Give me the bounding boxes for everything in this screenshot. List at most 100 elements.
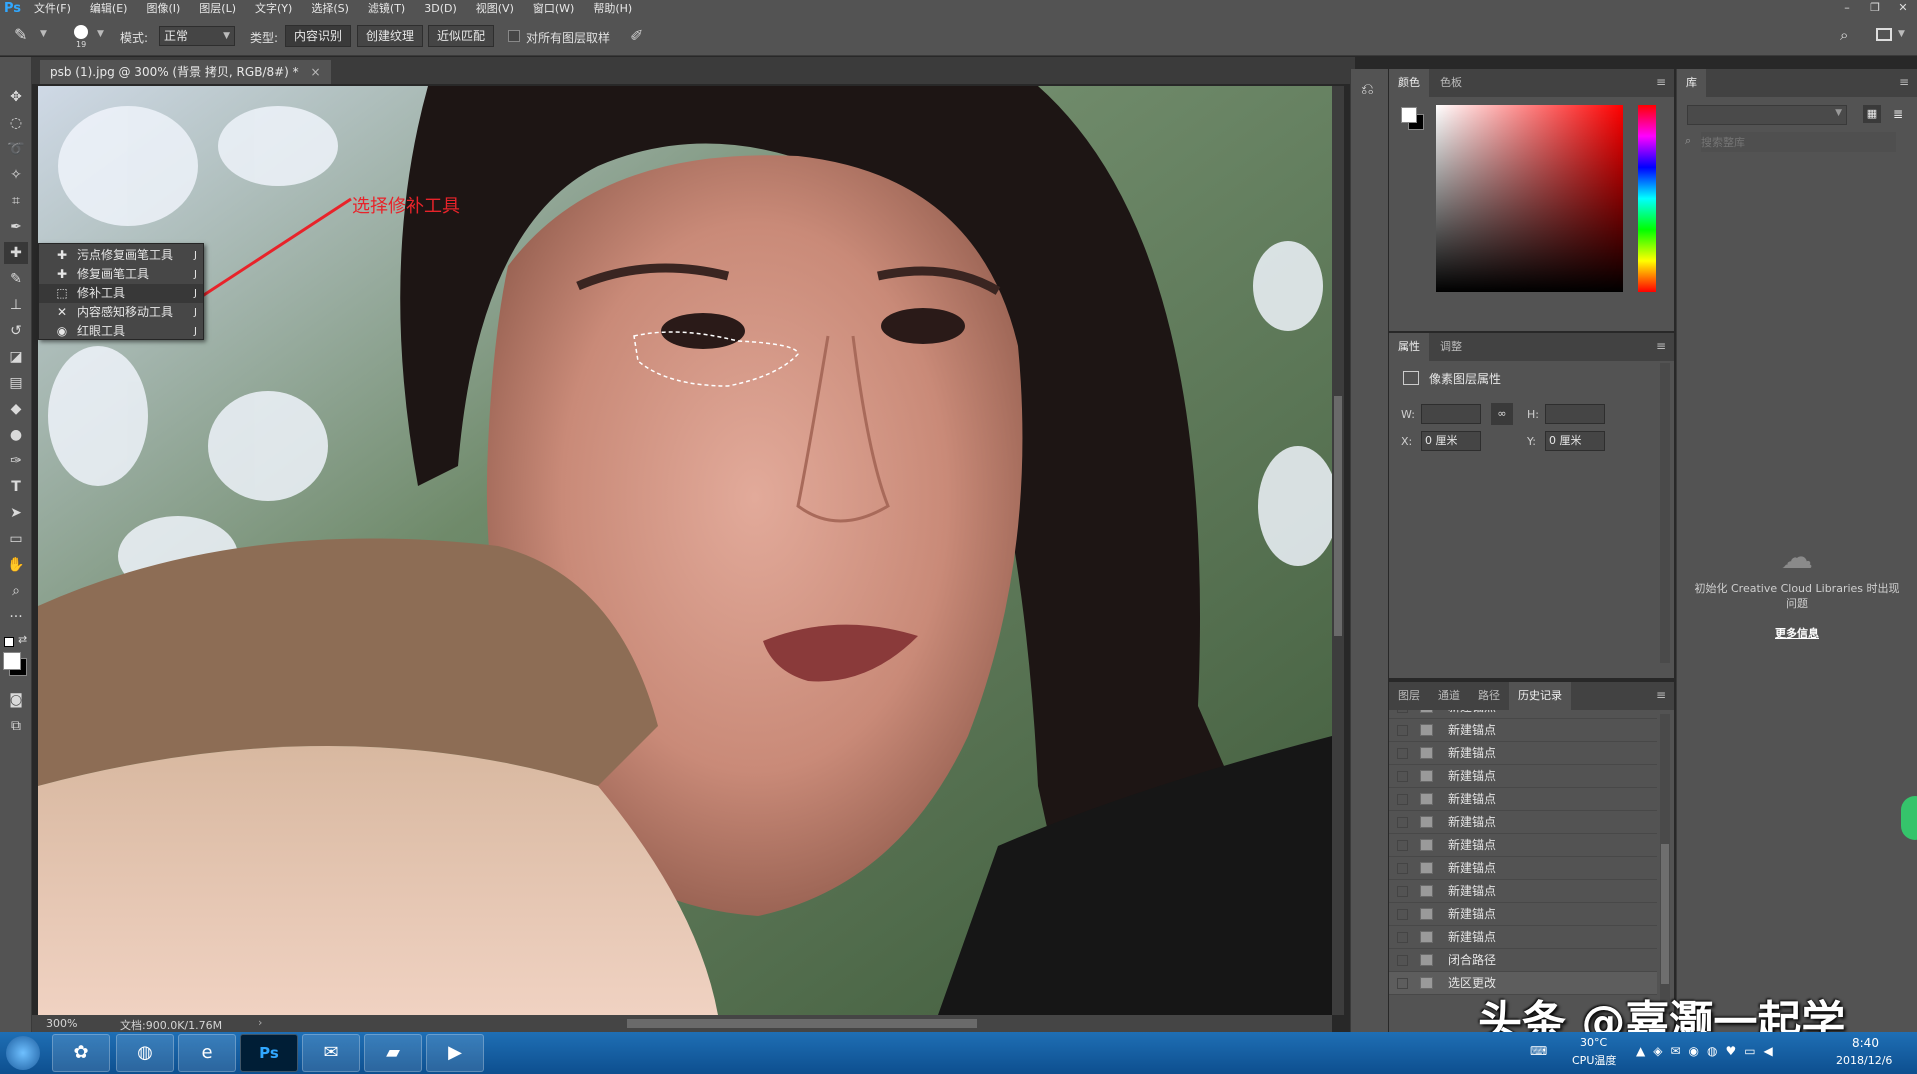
grid-view-icon[interactable]: ▦ (1863, 105, 1881, 123)
blur-tool-icon[interactable]: ◆ (4, 398, 28, 420)
default-colors-icon[interactable] (4, 637, 14, 647)
pressure-icon[interactable]: ✐ (630, 26, 643, 45)
healing-tool-icon[interactable]: ✚ (4, 242, 28, 264)
taskbar-app-edge-icon[interactable]: ◍ (116, 1034, 174, 1072)
brush-tool-icon[interactable]: ✎ (4, 268, 28, 290)
stamp-tool-icon[interactable]: ⊥ (4, 294, 28, 316)
content-aware-button[interactable]: 内容识别 (285, 25, 352, 47)
sample-all-layers-checkbox[interactable] (508, 30, 520, 42)
start-button[interactable] (6, 1036, 40, 1070)
history-item[interactable]: 新建锚点 (1389, 742, 1657, 765)
chevron-down-icon[interactable]: ▼ (97, 29, 104, 39)
more-tools-icon[interactable]: ··· (4, 606, 28, 628)
tab-libraries[interactable]: 库 (1677, 69, 1706, 97)
move-tool-icon[interactable]: ✥ (4, 86, 28, 108)
mode-select[interactable]: 正常 ▼ (159, 26, 235, 46)
horizontal-scroll-thumb[interactable] (627, 1019, 977, 1028)
tab-channels[interactable]: 通道 (1429, 682, 1469, 710)
clock-date[interactable]: 2018/12/6 (1836, 1054, 1892, 1067)
menu-help[interactable]: 帮助(H) (593, 0, 632, 16)
gradient-tool-icon[interactable]: ▤ (4, 372, 28, 394)
library-search-input[interactable] (1701, 132, 1896, 152)
rectangle-tool-icon[interactable]: ▭ (4, 528, 28, 550)
y-field[interactable]: 0 厘米 (1545, 431, 1605, 451)
panel-menu-icon[interactable]: ≡ (1656, 75, 1666, 89)
flyout-item-patch[interactable]: ⬚ 修补工具 J (39, 284, 203, 303)
flyout-item-spot-healing[interactable]: ✚ 污点修复画笔工具 J (39, 246, 203, 265)
chevron-right-icon[interactable]: › (258, 1016, 262, 1029)
taskbar-app-browser-icon[interactable]: ✿ (52, 1034, 110, 1072)
tab-adjustments[interactable]: 调整 (1431, 333, 1471, 361)
system-tray-icons[interactable]: ▲◈✉◉◍♥▭◀ (1636, 1044, 1781, 1058)
menu-layer[interactable]: 图层(L) (199, 0, 236, 16)
menu-window[interactable]: 窗口(W) (533, 0, 574, 16)
path-selection-tool-icon[interactable]: ➤ (4, 502, 28, 524)
history-item[interactable]: 新建锚点 (1389, 834, 1657, 857)
proximity-match-button[interactable]: 近似匹配 (428, 25, 495, 47)
history-panel-icon[interactable]: ⎌ (1361, 79, 1374, 99)
floating-badge[interactable] (1901, 796, 1917, 840)
panel-menu-icon[interactable]: ≡ (1899, 75, 1909, 89)
restore-button[interactable]: ❐ (1861, 0, 1889, 16)
history-item[interactable]: 新建锚点 (1389, 811, 1657, 834)
chevron-down-icon[interactable]: ▼ (40, 29, 47, 39)
search-icon[interactable]: ⌕ (1840, 26, 1848, 44)
menu-3d[interactable]: 3D(D) (424, 2, 457, 15)
pen-tool-icon[interactable]: ✑ (4, 450, 28, 472)
flyout-item-content-aware-move[interactable]: ✕ 内容感知移动工具 J (39, 303, 203, 322)
eraser-tool-icon[interactable]: ◪ (4, 346, 28, 368)
chevron-down-icon[interactable]: ▼ (1898, 29, 1905, 39)
type-tool-icon[interactable]: T (4, 476, 28, 498)
create-texture-button[interactable]: 创建纹理 (357, 25, 424, 47)
dodge-tool-icon[interactable]: ● (4, 424, 28, 446)
taskbar-app-player-icon[interactable]: ▶ (426, 1034, 484, 1072)
height-field[interactable] (1545, 404, 1605, 424)
menu-edit[interactable]: 编辑(E) (90, 0, 128, 16)
history-item[interactable]: 闭合路径 (1389, 949, 1657, 972)
brush-preview-icon[interactable] (74, 25, 88, 39)
tab-layers[interactable]: 图层 (1389, 682, 1429, 710)
menu-type[interactable]: 文字(Y) (255, 0, 292, 16)
menu-view[interactable]: 视图(V) (476, 0, 514, 16)
link-icon[interactable]: ∞ (1491, 403, 1513, 425)
flyout-item-healing-brush[interactable]: ✚ 修复画笔工具 J (39, 265, 203, 284)
tab-properties[interactable]: 属性 (1389, 333, 1429, 361)
hand-tool-icon[interactable]: ✋ (4, 554, 28, 576)
document-tab[interactable]: psb (1).jpg @ 300% (背景 拷贝, RGB/8#) * × (40, 60, 331, 84)
quick-mask-icon[interactable]: ◙ (4, 689, 28, 711)
clock-time[interactable]: 8:40 (1852, 1036, 1879, 1050)
patch-tool-preset-icon[interactable]: ✎ (14, 25, 36, 47)
menu-image[interactable]: 图像(I) (146, 0, 180, 16)
history-scrollbar[interactable] (1660, 714, 1670, 1014)
lasso-tool-icon[interactable]: ➰ (4, 138, 28, 160)
document-canvas[interactable] (38, 86, 1332, 1015)
properties-scrollbar[interactable] (1660, 363, 1670, 663)
foreground-color-swatch[interactable] (3, 652, 21, 670)
history-item[interactable]: 新建锚点 (1389, 788, 1657, 811)
swap-colors-icon[interactable]: ⇄ (18, 633, 27, 646)
scroll-thumb[interactable] (1661, 844, 1669, 984)
tab-swatches[interactable]: 色板 (1431, 69, 1471, 97)
x-field[interactable]: 0 厘米 (1421, 431, 1481, 451)
taskbar-app-photoshop-icon[interactable]: Ps (240, 1034, 298, 1072)
panel-menu-icon[interactable]: ≡ (1656, 339, 1666, 353)
list-view-icon[interactable]: ≣ (1889, 105, 1907, 123)
magic-wand-tool-icon[interactable]: ✧ (4, 164, 28, 186)
screen-mode-icon[interactable]: ⧉ (4, 715, 28, 737)
eyedropper-tool-icon[interactable]: ✒ (4, 216, 28, 238)
marquee-tool-icon[interactable]: ◌ (4, 112, 28, 134)
zoom-level[interactable]: 300% (46, 1017, 77, 1030)
panel-menu-icon[interactable]: ≡ (1656, 688, 1666, 702)
vertical-scrollbar[interactable] (1332, 86, 1344, 1015)
color-fg-swatch[interactable] (1401, 107, 1417, 123)
workspace-icon[interactable] (1876, 28, 1892, 41)
history-brush-tool-icon[interactable]: ↺ (4, 320, 28, 342)
taskbar-app-wechat-icon[interactable]: ✉ (302, 1034, 360, 1072)
menu-file[interactable]: 文件(F) (34, 0, 71, 16)
width-field[interactable] (1421, 404, 1481, 424)
tab-history[interactable]: 历史记录 (1509, 682, 1571, 710)
taskbar-app-360-icon[interactable]: e (178, 1034, 236, 1072)
close-tab-icon[interactable]: × (310, 65, 320, 79)
library-select[interactable]: ▼ (1687, 105, 1847, 125)
history-item[interactable]: 新建锚点 (1389, 765, 1657, 788)
